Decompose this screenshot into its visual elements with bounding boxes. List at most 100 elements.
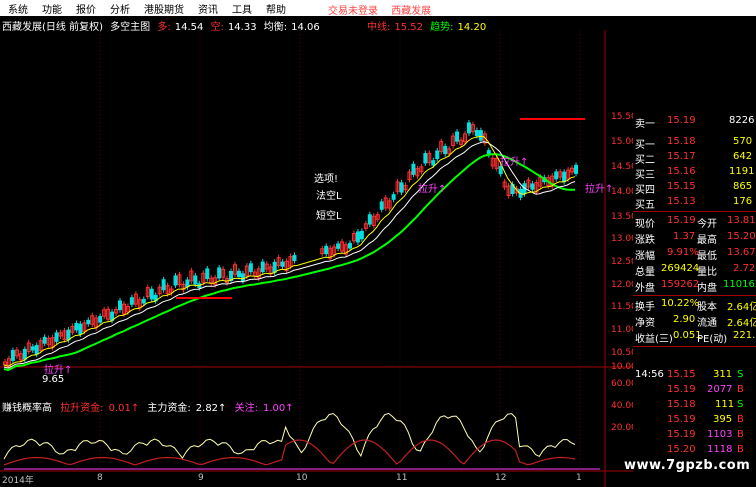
candle xyxy=(14,346,19,359)
candle xyxy=(355,228,360,245)
zuigao-value: 15.20 xyxy=(727,231,756,242)
trade-price: 15.15 xyxy=(667,369,696,380)
candle xyxy=(118,297,122,313)
candle xyxy=(387,197,392,212)
candle xyxy=(173,273,178,288)
candle xyxy=(10,347,15,364)
top-bar-right xyxy=(430,0,756,16)
buy4-price: 15.15 xyxy=(667,181,696,192)
menu-quote[interactable]: 报价 xyxy=(76,1,96,16)
trade-login-link[interactable]: 交易未登录 xyxy=(328,6,378,17)
huanshou-value: 10.22% xyxy=(661,298,700,309)
zuidi-value: 13.67 xyxy=(727,247,756,258)
candle xyxy=(562,169,567,185)
candle xyxy=(260,259,265,275)
trade-price: 15.20 xyxy=(667,444,696,455)
neipan-value: 110162 xyxy=(723,279,756,290)
buy1-vol: 570 xyxy=(733,136,753,147)
trade-vol: 2077 xyxy=(707,384,733,395)
trade-vol: 311 xyxy=(713,369,733,380)
candle xyxy=(435,147,440,162)
xianjia-label: 现价 xyxy=(635,219,655,230)
lasheng-line xyxy=(3,439,576,466)
candle xyxy=(217,264,222,281)
moving-average-lines xyxy=(3,118,585,372)
trade-price: 15.19 xyxy=(667,429,696,440)
candle xyxy=(114,306,119,316)
sub-chart-legend: 赚钱概率高 拉升资金: 0.01↑ 主力资金: 2.82↑ 关注: 1.00↑ xyxy=(2,399,299,414)
menu-function[interactable]: 功能 xyxy=(42,1,62,16)
kline-chart[interactable] xyxy=(0,30,633,487)
buy4-row: 买四 15.15 865 xyxy=(633,181,756,196)
shouyi-label: 收益(三) xyxy=(635,334,673,345)
buy2-price: 15.17 xyxy=(667,151,696,162)
trade-side: B xyxy=(737,414,744,425)
zhuli-label: 主力资金: xyxy=(147,403,191,414)
sub-indicator-lines xyxy=(3,412,600,470)
candle xyxy=(98,313,103,326)
sell1-row: 卖一 15.19 8226 xyxy=(633,115,756,130)
candle xyxy=(443,143,448,157)
candle xyxy=(351,230,356,244)
jingzi-label: 净资 xyxy=(635,318,655,329)
candle xyxy=(181,281,186,293)
trade-side: B xyxy=(737,429,744,440)
candle xyxy=(570,165,575,176)
buy4-label: 买四 xyxy=(635,185,655,196)
menu-hk-futures[interactable]: 港股期货 xyxy=(144,1,184,16)
buy2-label: 买二 xyxy=(635,155,655,166)
trade-row: 15.19 2077 B xyxy=(633,384,756,399)
date-tick: 12 xyxy=(495,473,507,483)
menu-tools[interactable]: 工具 xyxy=(232,1,252,16)
menu-analysis[interactable]: 分析 xyxy=(110,1,130,16)
candle xyxy=(395,178,400,195)
trade-row: 15.19 395 B xyxy=(633,414,756,429)
guben-label: 股本 xyxy=(697,302,717,313)
buy2-vol: 642 xyxy=(733,151,753,162)
candle xyxy=(161,276,166,293)
menu-news[interactable]: 资讯 xyxy=(198,1,218,16)
trade-row: 15.18 111 S xyxy=(633,399,756,414)
huanshou-row: 换手 10.22% 股本 2.64亿 xyxy=(633,298,756,313)
candle xyxy=(58,329,63,340)
candle xyxy=(129,294,134,308)
guanzhu-value: 1.00↑ xyxy=(263,403,294,414)
zhangdie-row: 涨跌 1.37 最高 15.20 xyxy=(633,231,756,246)
buy5-price: 15.13 xyxy=(667,196,696,207)
candle xyxy=(526,177,531,191)
jingzi-row: 净资 2.90 流通 2.64亿 xyxy=(633,314,756,329)
menu-help[interactable]: 帮助 xyxy=(266,1,286,16)
pe-value: 221.5 xyxy=(733,330,756,341)
guben-value: 2.64亿 xyxy=(727,302,756,313)
jinkai-value: 13.81 xyxy=(727,215,756,226)
zongliang-label: 总量 xyxy=(635,267,655,278)
lasheng-value: 0.01↑ xyxy=(108,403,140,414)
quote-divider xyxy=(633,295,756,296)
trade-price: 15.18 xyxy=(667,399,696,410)
lasheng-label: 拉升资金: xyxy=(60,403,104,414)
candle xyxy=(451,133,456,149)
date-tick: 8 xyxy=(97,473,103,483)
trade-vol: 1103 xyxy=(707,429,733,440)
stock-name-link[interactable]: 西藏发展 xyxy=(391,6,431,17)
guanzhu-label: 关注: xyxy=(234,403,258,414)
candle xyxy=(54,329,59,345)
watermark-text: www.7gpzb.com xyxy=(624,458,751,473)
zhuli-line xyxy=(3,412,576,460)
waipan-label: 外盘 xyxy=(635,283,655,294)
header-links: 交易未登录 西藏发展 xyxy=(318,2,431,17)
candle xyxy=(205,265,210,282)
menu-system[interactable]: 系统 xyxy=(8,1,28,16)
quote-divider xyxy=(633,346,756,347)
trade-side: B xyxy=(737,384,744,395)
buy5-row: 买五 15.13 176 xyxy=(633,196,756,211)
annotation-xuanying: 选项! xyxy=(314,174,339,185)
candle xyxy=(574,162,579,177)
zhangfu-row: 涨幅 9.91% 最低 13.67 xyxy=(633,247,756,262)
xianjia-value: 15.19 xyxy=(667,215,696,226)
jingzi-value: 2.90 xyxy=(673,314,696,325)
buy1-row: 买一 15.18 570 xyxy=(633,136,756,151)
candle xyxy=(419,163,424,175)
candle xyxy=(407,168,412,183)
waipan-value: 159262 xyxy=(661,279,700,290)
